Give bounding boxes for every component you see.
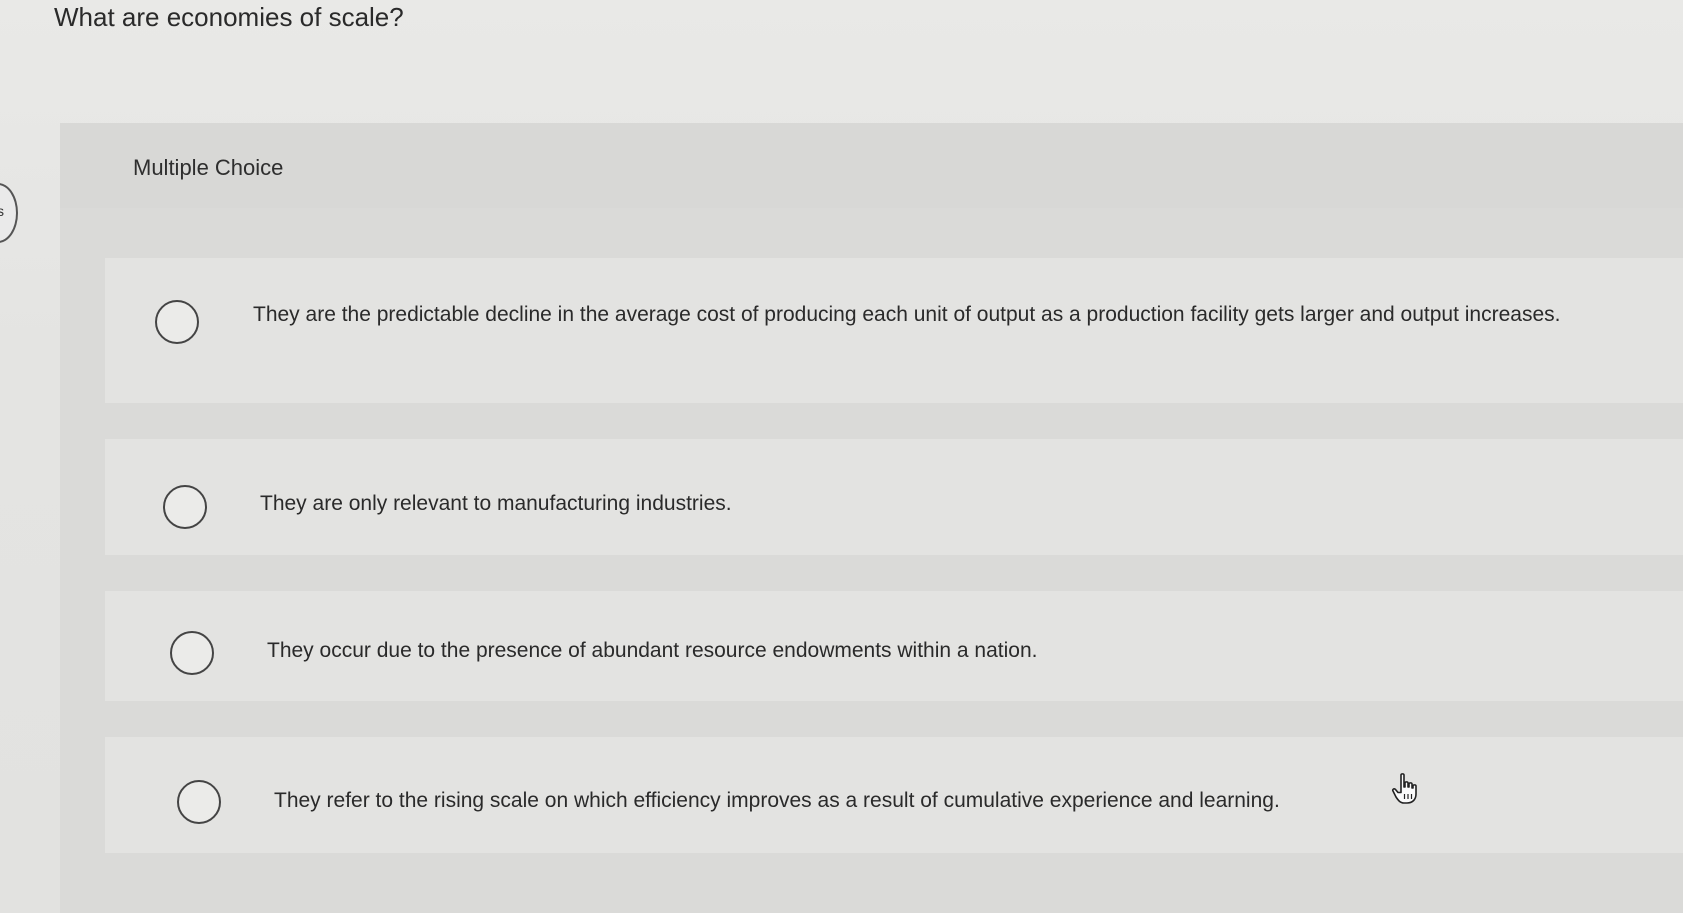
answer-option-label: They are only relevant to manufacturing … <box>260 492 732 515</box>
answer-option-label: They are the predictable decline in the … <box>253 303 1561 326</box>
radio-button-icon[interactable] <box>170 631 214 675</box>
question-title: What are economies of scale? <box>54 2 404 32</box>
page: s What are economies of scale? Multiple … <box>0 0 1683 913</box>
answer-option-2[interactable]: They are only relevant to manufacturing … <box>105 439 1683 555</box>
hand-pointer-icon <box>1391 773 1417 804</box>
side-panel-tab-label: s <box>0 203 4 219</box>
radio-button-icon[interactable] <box>163 485 207 529</box>
answer-option-label: They occur due to the presence of abunda… <box>267 639 1038 662</box>
multiple-choice-header: Multiple Choice <box>60 123 1683 208</box>
answer-option-1[interactable]: They are the predictable decline in the … <box>105 258 1683 403</box>
radio-button-icon[interactable] <box>155 300 199 344</box>
answer-option-3[interactable]: They occur due to the presence of abunda… <box>105 591 1683 701</box>
radio-button-icon[interactable] <box>177 780 221 824</box>
answer-option-4[interactable]: They refer to the rising scale on which … <box>105 737 1683 853</box>
multiple-choice-panel: Multiple Choice They are the predictable… <box>60 123 1683 913</box>
answer-options: They are the predictable decline in the … <box>105 258 1683 853</box>
answer-option-label: They refer to the rising scale on which … <box>274 789 1280 812</box>
side-panel-tab[interactable]: s <box>0 183 18 243</box>
question-type-label: Multiple Choice <box>133 155 284 180</box>
